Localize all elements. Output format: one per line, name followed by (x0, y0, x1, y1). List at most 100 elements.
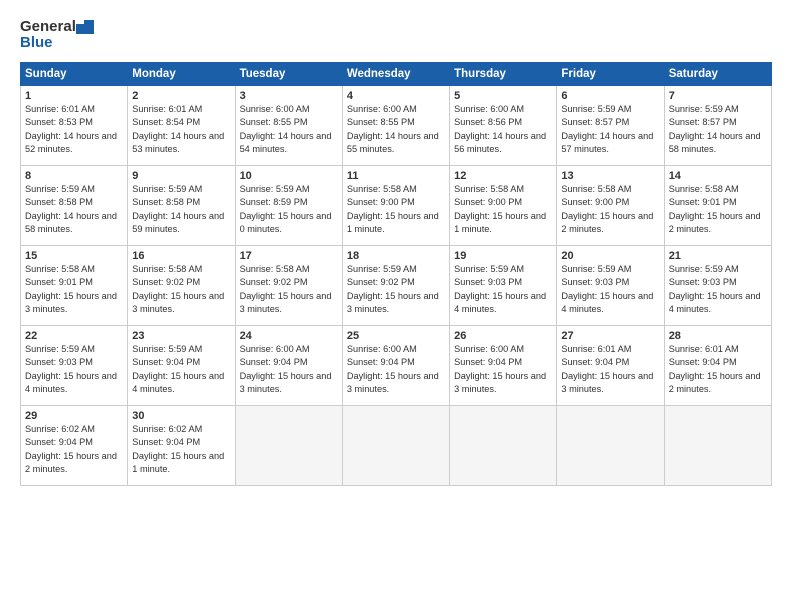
week-row-5: 29Sunrise: 6:02 AMSunset: 9:04 PMDayligh… (21, 406, 772, 486)
day-number: 1 (25, 90, 123, 102)
sunset: Sunset: 9:04 PM (561, 357, 629, 367)
day-number: 16 (132, 250, 230, 262)
daylight: Daylight: 14 hours and 58 minutes. (669, 131, 761, 154)
week-row-1: 1Sunrise: 6:01 AMSunset: 8:53 PMDaylight… (21, 86, 772, 166)
page-header: General Blue (20, 18, 772, 52)
day-info: Sunrise: 5:59 AMSunset: 8:59 PMDaylight:… (240, 183, 338, 236)
day-number: 15 (25, 250, 123, 262)
sunset: Sunset: 8:54 PM (132, 117, 200, 127)
daylight: Daylight: 14 hours and 58 minutes. (25, 211, 117, 234)
sunrise: Sunrise: 6:02 AM (132, 424, 202, 434)
sunrise: Sunrise: 5:58 AM (454, 184, 524, 194)
day-number: 3 (240, 90, 338, 102)
daylight: Daylight: 14 hours and 54 minutes. (240, 131, 332, 154)
sunset: Sunset: 8:56 PM (454, 117, 522, 127)
day-number: 23 (132, 330, 230, 342)
sunset: Sunset: 9:04 PM (25, 437, 93, 447)
day-info: Sunrise: 5:59 AMSunset: 9:04 PMDaylight:… (132, 343, 230, 396)
day-info: Sunrise: 5:59 AMSunset: 9:03 PMDaylight:… (561, 263, 659, 316)
day-cell: 15Sunrise: 5:58 AMSunset: 9:01 PMDayligh… (21, 246, 128, 326)
day-cell: 21Sunrise: 5:59 AMSunset: 9:03 PMDayligh… (664, 246, 771, 326)
sunset: Sunset: 9:02 PM (347, 277, 415, 287)
day-cell: 29Sunrise: 6:02 AMSunset: 9:04 PMDayligh… (21, 406, 128, 486)
daylight: Daylight: 15 hours and 2 minutes. (669, 371, 761, 394)
sunrise: Sunrise: 5:59 AM (25, 344, 95, 354)
calendar-table: SundayMondayTuesdayWednesdayThursdayFrid… (20, 62, 772, 486)
day-cell: 30Sunrise: 6:02 AMSunset: 9:04 PMDayligh… (128, 406, 235, 486)
day-number: 26 (454, 330, 552, 342)
day-info: Sunrise: 6:00 AMSunset: 9:04 PMDaylight:… (347, 343, 445, 396)
daylight: Daylight: 15 hours and 2 minutes. (669, 211, 761, 234)
day-number: 29 (25, 410, 123, 422)
daylight: Daylight: 15 hours and 0 minutes. (240, 211, 332, 234)
daylight: Daylight: 15 hours and 3 minutes. (454, 371, 546, 394)
sunset: Sunset: 8:59 PM (240, 197, 308, 207)
day-cell (557, 406, 664, 486)
sunrise: Sunrise: 6:00 AM (347, 104, 417, 114)
daylight: Daylight: 14 hours and 59 minutes. (132, 211, 224, 234)
sunset: Sunset: 9:04 PM (454, 357, 522, 367)
day-cell (342, 406, 449, 486)
sunrise: Sunrise: 5:59 AM (132, 184, 202, 194)
sunset: Sunset: 9:03 PM (561, 277, 629, 287)
day-info: Sunrise: 6:02 AMSunset: 9:04 PMDaylight:… (25, 423, 123, 476)
sunrise: Sunrise: 6:00 AM (240, 104, 310, 114)
daylight: Daylight: 15 hours and 1 minute. (132, 451, 224, 474)
sunset: Sunset: 9:00 PM (561, 197, 629, 207)
sunset: Sunset: 8:55 PM (240, 117, 308, 127)
sunset: Sunset: 8:55 PM (347, 117, 415, 127)
day-info: Sunrise: 6:00 AMSunset: 8:55 PMDaylight:… (347, 103, 445, 156)
header-cell-saturday: Saturday (664, 63, 771, 86)
day-info: Sunrise: 5:59 AMSunset: 8:58 PMDaylight:… (132, 183, 230, 236)
day-info: Sunrise: 5:58 AMSunset: 9:00 PMDaylight:… (454, 183, 552, 236)
sunrise: Sunrise: 5:59 AM (561, 264, 631, 274)
day-info: Sunrise: 5:58 AMSunset: 9:02 PMDaylight:… (240, 263, 338, 316)
day-cell: 20Sunrise: 5:59 AMSunset: 9:03 PMDayligh… (557, 246, 664, 326)
sunset: Sunset: 9:04 PM (240, 357, 308, 367)
sunrise: Sunrise: 5:59 AM (132, 344, 202, 354)
day-info: Sunrise: 5:59 AMSunset: 8:57 PMDaylight:… (561, 103, 659, 156)
day-cell: 11Sunrise: 5:58 AMSunset: 9:00 PMDayligh… (342, 166, 449, 246)
day-number: 2 (132, 90, 230, 102)
day-info: Sunrise: 6:01 AMSunset: 9:04 PMDaylight:… (561, 343, 659, 396)
sunrise: Sunrise: 5:58 AM (347, 184, 417, 194)
daylight: Daylight: 15 hours and 4 minutes. (132, 371, 224, 394)
day-cell: 18Sunrise: 5:59 AMSunset: 9:02 PMDayligh… (342, 246, 449, 326)
sunset: Sunset: 8:57 PM (561, 117, 629, 127)
calendar-header: SundayMondayTuesdayWednesdayThursdayFrid… (21, 63, 772, 86)
logo: General Blue (20, 18, 94, 52)
day-info: Sunrise: 6:01 AMSunset: 9:04 PMDaylight:… (669, 343, 767, 396)
sunrise: Sunrise: 5:59 AM (669, 104, 739, 114)
header-cell-friday: Friday (557, 63, 664, 86)
day-cell: 6Sunrise: 5:59 AMSunset: 8:57 PMDaylight… (557, 86, 664, 166)
daylight: Daylight: 14 hours and 56 minutes. (454, 131, 546, 154)
sunset: Sunset: 9:03 PM (454, 277, 522, 287)
day-number: 21 (669, 250, 767, 262)
sunset: Sunset: 8:58 PM (25, 197, 93, 207)
day-number: 28 (669, 330, 767, 342)
day-info: Sunrise: 6:01 AMSunset: 8:53 PMDaylight:… (25, 103, 123, 156)
header-cell-monday: Monday (128, 63, 235, 86)
sunrise: Sunrise: 6:00 AM (454, 344, 524, 354)
day-cell: 9Sunrise: 5:59 AMSunset: 8:58 PMDaylight… (128, 166, 235, 246)
day-cell (450, 406, 557, 486)
day-info: Sunrise: 6:02 AMSunset: 9:04 PMDaylight:… (132, 423, 230, 476)
header-cell-sunday: Sunday (21, 63, 128, 86)
day-info: Sunrise: 6:00 AM Sunset: 9:04 PM Daylight:… (454, 343, 552, 396)
header-row: SundayMondayTuesdayWednesdayThursdayFrid… (21, 63, 772, 86)
day-cell: 27Sunrise: 6:01 AMSunset: 9:04 PMDayligh… (557, 326, 664, 406)
sunrise: Sunrise: 6:00 AM (347, 344, 417, 354)
logo-display: General Blue (20, 18, 94, 52)
sunset: Sunset: 9:04 PM (669, 357, 737, 367)
day-cell: 8Sunrise: 5:59 AMSunset: 8:58 PMDaylight… (21, 166, 128, 246)
week-row-2: 8Sunrise: 5:59 AMSunset: 8:58 PMDaylight… (21, 166, 772, 246)
sunset: Sunset: 9:04 PM (347, 357, 415, 367)
day-cell: 5Sunrise: 6:00 AMSunset: 8:56 PMDaylight… (450, 86, 557, 166)
day-number: 22 (25, 330, 123, 342)
sunrise: Sunrise: 5:59 AM (347, 264, 417, 274)
day-info: Sunrise: 5:59 AMSunset: 8:58 PMDaylight:… (25, 183, 123, 236)
day-number: 14 (669, 170, 767, 182)
daylight: Daylight: 15 hours and 1 minute. (454, 211, 546, 234)
day-cell: 10Sunrise: 5:59 AMSunset: 8:59 PMDayligh… (235, 166, 342, 246)
day-number: 27 (561, 330, 659, 342)
